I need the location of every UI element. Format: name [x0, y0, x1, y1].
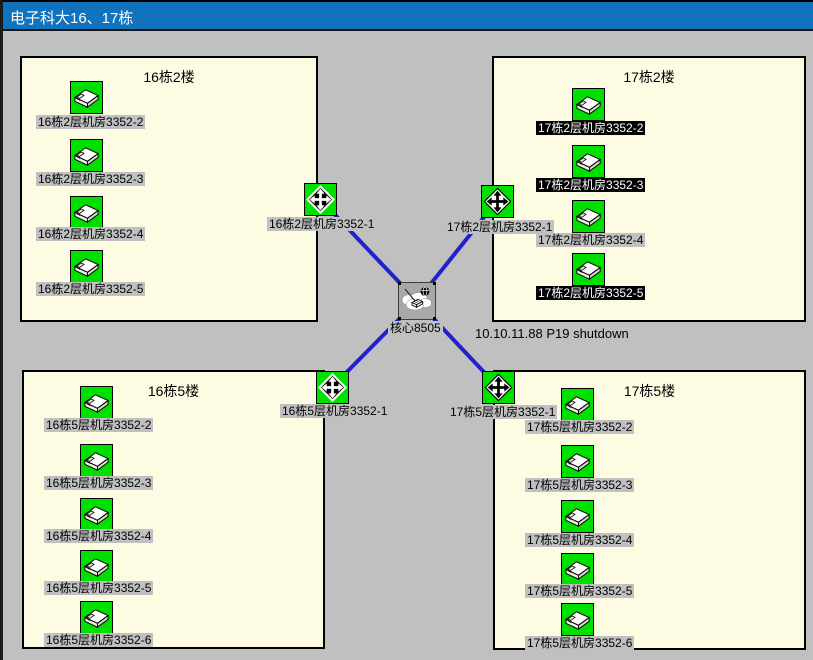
- switch-node[interactable]: [561, 603, 594, 636]
- network-map-window: 电子科大16、17栋 16栋2楼 17栋2楼 16栋5楼 17栋5楼 16栋2层…: [0, 0, 813, 660]
- switch-node[interactable]: [561, 445, 594, 478]
- switch-label[interactable]: 17栋2层机房3352-3: [536, 178, 645, 192]
- switch-label[interactable]: 16栋5层机房3352-4: [44, 529, 153, 543]
- switch-icon: [81, 445, 112, 476]
- window-title-bar: 电子科大16、17栋: [0, 0, 813, 31]
- switch-label[interactable]: 16栋5层机房3352-6: [44, 633, 153, 647]
- router-label[interactable]: 17栋5层机房3352-1: [448, 405, 557, 419]
- switch-label[interactable]: 16栋5层机房3352-5: [44, 581, 153, 595]
- router-icon: [482, 186, 513, 217]
- switch-icon: [573, 254, 604, 285]
- switch-node[interactable]: [572, 200, 605, 233]
- switch-node[interactable]: [561, 500, 594, 533]
- switch-label[interactable]: 17栋5层机房3352-6: [525, 636, 634, 650]
- router-label[interactable]: 16栋2层机房3352-1: [267, 217, 376, 231]
- switch-icon: [562, 389, 593, 420]
- router-node[interactable]: [304, 183, 337, 216]
- switch-node[interactable]: [572, 145, 605, 178]
- switch-label[interactable]: 16栋2层机房3352-2: [36, 115, 145, 129]
- router-node[interactable]: [481, 185, 514, 218]
- switch-label[interactable]: 17栋5层机房3352-3: [525, 478, 634, 492]
- switch-icon: [573, 146, 604, 177]
- switch-node[interactable]: [80, 601, 113, 634]
- switch-label[interactable]: 17栋5层机房3352-4: [525, 533, 634, 547]
- switch-node[interactable]: [561, 388, 594, 421]
- switch-label[interactable]: 17栋2层机房3352-5: [536, 286, 645, 300]
- switch-icon: [81, 387, 112, 418]
- switch-node[interactable]: [70, 81, 103, 114]
- switch-icon: [573, 201, 604, 232]
- router-node[interactable]: [316, 371, 349, 404]
- switch-icon: [71, 197, 102, 228]
- core-switch-label[interactable]: 核心8505: [388, 321, 443, 335]
- router-label[interactable]: 16栋5层机房3352-1: [280, 404, 389, 418]
- window-left-border: [0, 0, 3, 660]
- switch-label[interactable]: 17栋2层机房3352-2: [536, 121, 645, 135]
- switch-label[interactable]: 17栋5层机房3352-2: [525, 420, 634, 434]
- router-label[interactable]: 17栋2层机房3352-1: [445, 220, 554, 234]
- switch-icon: [562, 501, 593, 532]
- switch-label[interactable]: 17栋5层机房3352-5: [525, 584, 634, 598]
- switch-label[interactable]: 16栋2层机房3352-3: [36, 172, 145, 186]
- switch-node[interactable]: [70, 139, 103, 172]
- shutdown-annotation: 10.10.11.88 P19 shutdown: [475, 326, 629, 341]
- switch-node[interactable]: [80, 386, 113, 419]
- switch-label[interactable]: 16栋5层机房3352-2: [44, 418, 153, 432]
- cloud-core-icon: [398, 282, 436, 320]
- switch-icon: [562, 604, 593, 635]
- window-title: 电子科大16、17栋: [10, 7, 133, 28]
- switch-icon: [562, 446, 593, 477]
- switch-node[interactable]: [572, 88, 605, 121]
- switch-node[interactable]: [572, 253, 605, 286]
- switch-node[interactable]: [70, 250, 103, 283]
- router-node[interactable]: [482, 371, 515, 404]
- router-icon: [483, 372, 514, 403]
- switch-icon: [81, 499, 112, 530]
- switch-label[interactable]: 17栋2层机房3352-4: [536, 233, 645, 247]
- switch-label[interactable]: 16栋2层机房3352-4: [36, 227, 145, 241]
- switch-icon: [81, 551, 112, 582]
- switch-node[interactable]: [561, 553, 594, 586]
- switch-icon: [71, 140, 102, 171]
- switch-icon: [71, 82, 102, 113]
- switch-node[interactable]: [80, 550, 113, 583]
- switch-icon: [81, 602, 112, 633]
- router-icon: [317, 372, 348, 403]
- core-switch-node[interactable]: [398, 282, 436, 320]
- switch-node[interactable]: [80, 498, 113, 531]
- router-icon: [305, 184, 336, 215]
- switch-node[interactable]: [80, 444, 113, 477]
- switch-icon: [562, 554, 593, 585]
- switch-label[interactable]: 16栋5层机房3352-3: [44, 476, 153, 490]
- switch-node[interactable]: [70, 196, 103, 229]
- switch-label[interactable]: 16栋2层机房3352-5: [36, 282, 145, 296]
- switch-icon: [71, 251, 102, 282]
- switch-icon: [573, 89, 604, 120]
